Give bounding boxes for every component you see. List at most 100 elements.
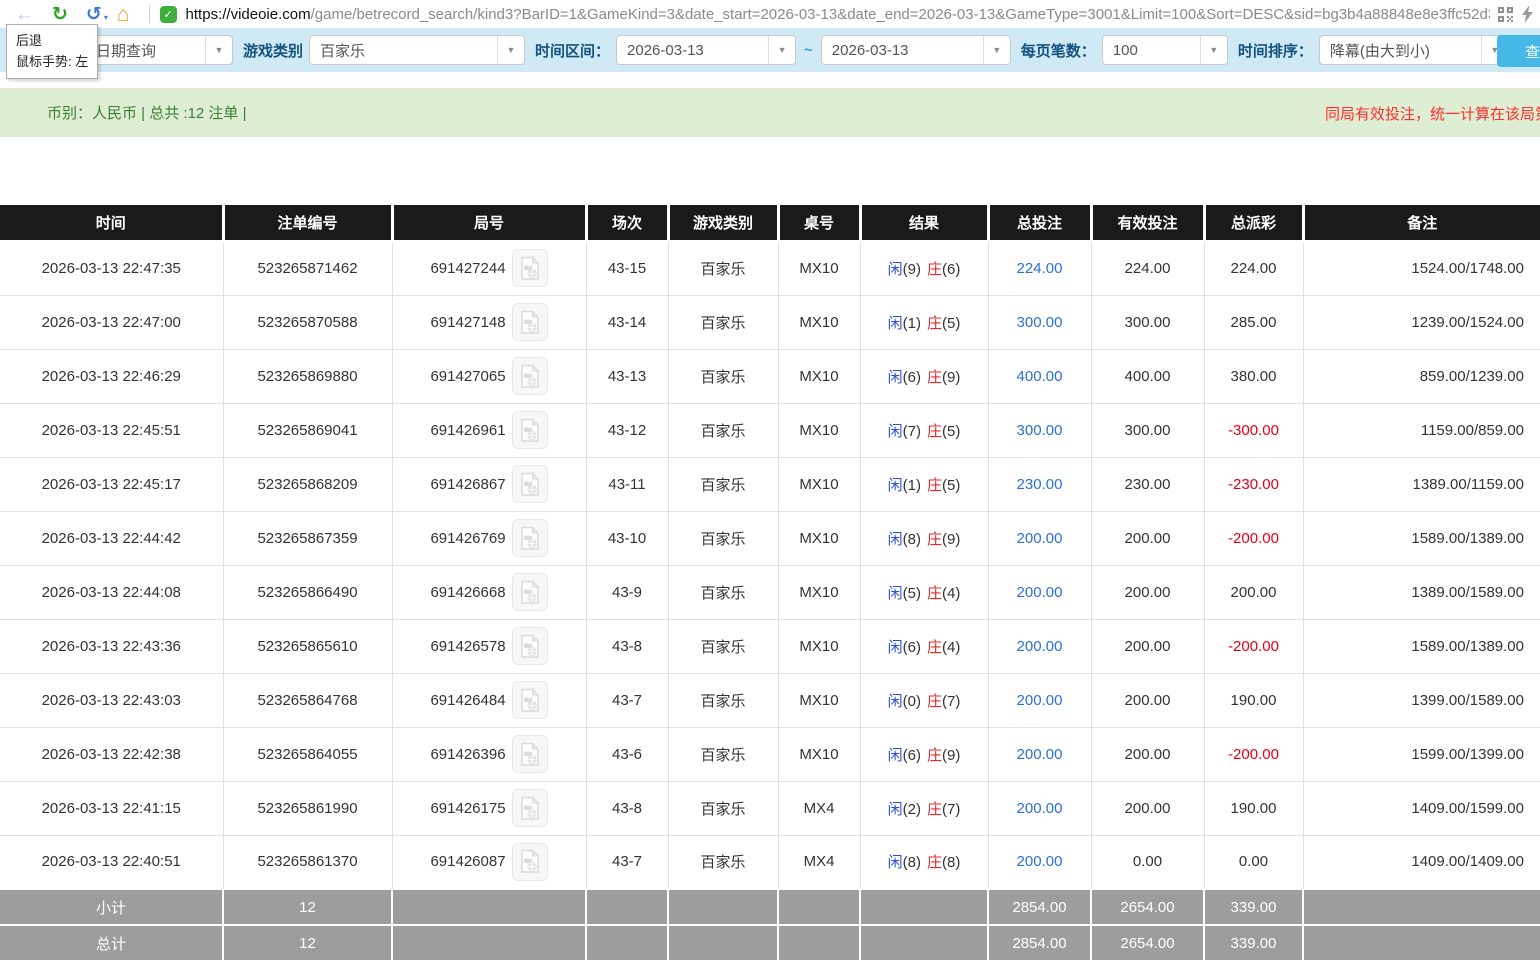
- cell-total-bet-link[interactable]: 200.00: [988, 565, 1091, 619]
- empty-cell: [668, 889, 778, 925]
- header-result: 结果: [860, 205, 988, 241]
- result-banker-points: (9): [942, 747, 960, 764]
- cell-total-bet-link[interactable]: 200.00: [988, 511, 1091, 565]
- game-category-select[interactable]: 百家乐 ▼: [309, 35, 525, 65]
- time-sort-select[interactable]: 降幕(由大到小) ▼: [1319, 35, 1509, 65]
- search-button[interactable]: 查询: [1497, 35, 1540, 67]
- game-category-value: 百家乐: [310, 40, 497, 61]
- result-banker: 庄: [927, 423, 942, 440]
- date-end-select[interactable]: 2026-03-13 ▼: [821, 35, 1011, 65]
- date-query-select[interactable]: 日期查询 ▼: [85, 35, 233, 65]
- cell-round: 691426175: [392, 781, 586, 835]
- tooltip-line1: 后退: [16, 30, 88, 51]
- subtotal-payout: 339.00: [1204, 889, 1303, 925]
- game-category-label: 游戏类别: [243, 40, 303, 61]
- video-replay-button[interactable]: [512, 627, 548, 665]
- grand-total-row: 总计 12 2854.00 2654.00 339.00: [0, 925, 1540, 961]
- result-player-points: (0): [903, 693, 921, 710]
- cell-game-type: 百家乐: [668, 673, 778, 727]
- video-replay-button[interactable]: [512, 573, 548, 611]
- result-banker: 庄: [927, 747, 942, 764]
- cell-valid-bet: 200.00: [1091, 619, 1204, 673]
- cell-total-bet-link[interactable]: 224.00: [988, 241, 1091, 295]
- cell-time: 2026-03-13 22:47:35: [0, 241, 223, 295]
- cell-total-bet-link[interactable]: 200.00: [988, 673, 1091, 727]
- table-row: 2026-03-13 22:41:15 523265861990 6914261…: [0, 781, 1540, 835]
- url-path: /game/betrecord_search/kind3?BarID=1&Gam…: [311, 6, 1490, 23]
- subtotal-valid-bet: 2654.00: [1091, 889, 1204, 925]
- video-replay-button[interactable]: [512, 411, 548, 449]
- cell-time: 2026-03-13 22:43:03: [0, 673, 223, 727]
- video-replay-button[interactable]: [512, 465, 548, 503]
- cell-result: 闲(0)庄(7): [860, 673, 988, 727]
- video-replay-button[interactable]: [512, 519, 548, 557]
- time-range-label: 时间区间：: [535, 40, 610, 61]
- undo-icon[interactable]: ↺: [86, 5, 102, 24]
- cell-bet-id: 523265861370: [223, 835, 392, 889]
- cell-round: 691426961: [392, 403, 586, 457]
- result-banker-points: (6): [942, 261, 960, 278]
- date-start-select[interactable]: 2026-03-13 ▼: [616, 35, 796, 65]
- video-replay-button[interactable]: [512, 249, 548, 287]
- video-replay-button[interactable]: [512, 303, 548, 341]
- cell-result: 闲(1)庄(5): [860, 295, 988, 349]
- cell-table-no: MX10: [778, 457, 860, 511]
- cell-note: 1599.00/1399.00: [1303, 727, 1540, 781]
- cell-note: 1524.00/1748.00: [1303, 241, 1540, 295]
- round-number: 691426087: [430, 853, 505, 870]
- time-sort-label: 时间排序：: [1238, 40, 1313, 61]
- cell-total-bet-link[interactable]: 300.00: [988, 403, 1091, 457]
- table-footer: 小计 12 2854.00 2654.00 339.00 总计 12 2854.…: [0, 889, 1540, 961]
- result-banker-points: (4): [942, 639, 960, 656]
- cell-total-bet-link[interactable]: 200.00: [988, 619, 1091, 673]
- cell-result: 闲(8)庄(9): [860, 511, 988, 565]
- page-size-value: 100: [1103, 42, 1200, 59]
- video-replay-button[interactable]: [512, 789, 548, 827]
- qr-code-icon[interactable]: [1498, 7, 1513, 22]
- refresh-icon[interactable]: ↻: [52, 5, 68, 24]
- video-replay-button[interactable]: [512, 735, 548, 773]
- video-replay-button[interactable]: [512, 843, 548, 881]
- result-banker: 庄: [927, 261, 942, 278]
- subtotal-count: 12: [223, 889, 392, 925]
- cell-total-bet-link[interactable]: 200.00: [988, 727, 1091, 781]
- cell-table-no: MX10: [778, 619, 860, 673]
- home-icon[interactable]: ⌂: [117, 4, 130, 25]
- result-player-points: (9): [903, 261, 921, 278]
- round-number: 691426396: [430, 746, 505, 763]
- cell-total-bet-link[interactable]: 200.00: [988, 835, 1091, 889]
- address-bar[interactable]: https://videoie.com/game/betrecord_searc…: [186, 6, 1490, 23]
- video-replay-button[interactable]: [512, 357, 548, 395]
- cell-valid-bet: 224.00: [1091, 241, 1204, 295]
- cell-total-bet-link[interactable]: 400.00: [988, 349, 1091, 403]
- cell-result: 闲(6)庄(4): [860, 619, 988, 673]
- cell-bet-id: 523265870588: [223, 295, 392, 349]
- cell-payout: 200.00: [1204, 565, 1303, 619]
- header-table-no: 桌号: [778, 205, 860, 241]
- back-icon[interactable]: ←: [15, 5, 34, 24]
- undo-dropdown-caret-icon[interactable]: ▾: [104, 13, 108, 22]
- chevron-down-icon: ▼: [768, 36, 795, 64]
- lightning-icon[interactable]: [1521, 5, 1534, 23]
- cell-total-bet-link[interactable]: 300.00: [988, 295, 1091, 349]
- cell-game-type: 百家乐: [668, 835, 778, 889]
- cell-total-bet-link[interactable]: 230.00: [988, 457, 1091, 511]
- video-replay-button[interactable]: [512, 681, 548, 719]
- cell-note: 1589.00/1389.00: [1303, 511, 1540, 565]
- cell-game-type: 百家乐: [668, 295, 778, 349]
- security-shield-icon[interactable]: ✓: [160, 6, 177, 23]
- cell-round: 691426668: [392, 565, 586, 619]
- page-size-select[interactable]: 100 ▼: [1102, 35, 1228, 65]
- cell-valid-bet: 200.00: [1091, 565, 1204, 619]
- result-player: 闲: [888, 315, 903, 332]
- cell-session: 43-15: [586, 241, 668, 295]
- cell-round: 691426396: [392, 727, 586, 781]
- result-player-points: (6): [903, 639, 921, 656]
- empty-cell: [860, 889, 988, 925]
- cell-total-bet-link[interactable]: 200.00: [988, 781, 1091, 835]
- cell-game-type: 百家乐: [668, 457, 778, 511]
- bet-records-table-wrap: 时间 注单编号 局号 场次 游戏类别 桌号 结果 总投注 有效投注 总派彩 备注…: [0, 205, 1540, 961]
- cell-table-no: MX10: [778, 673, 860, 727]
- empty-cell: [586, 889, 668, 925]
- chevron-down-icon: ▼: [983, 36, 1010, 64]
